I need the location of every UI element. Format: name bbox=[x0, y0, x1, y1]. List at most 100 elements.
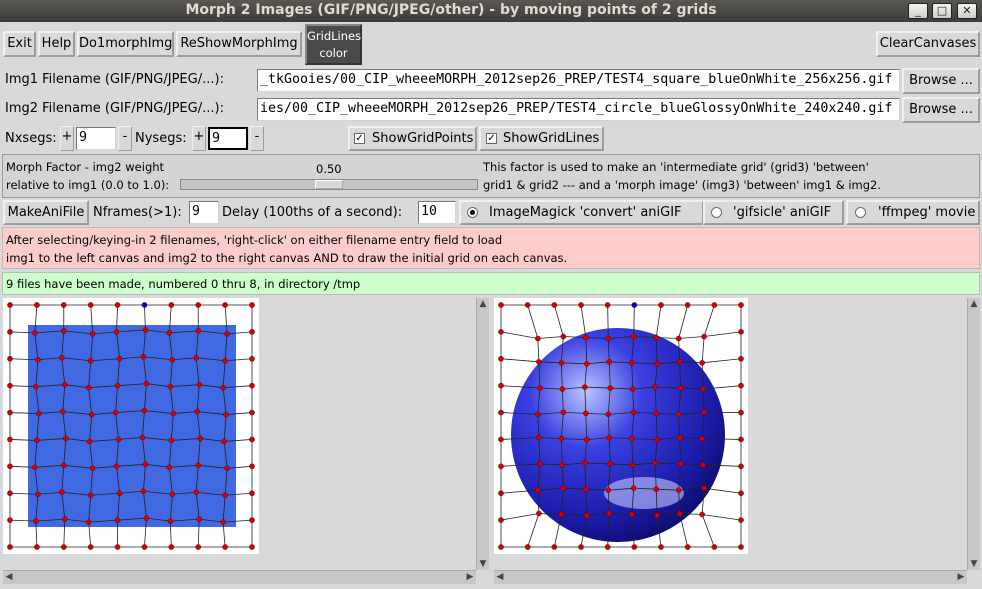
grid-point[interactable] bbox=[142, 327, 149, 333]
grid-point[interactable] bbox=[684, 302, 691, 308]
grid-point[interactable] bbox=[653, 486, 659, 492]
img2-canvas-image[interactable] bbox=[494, 298, 748, 554]
grid-point[interactable] bbox=[606, 359, 613, 365]
grid-point[interactable] bbox=[560, 485, 567, 491]
grid-point[interactable] bbox=[62, 435, 69, 442]
grid-point[interactable] bbox=[249, 329, 255, 335]
grid-point[interactable] bbox=[630, 485, 637, 491]
grid-point[interactable] bbox=[249, 517, 255, 523]
grid-point[interactable] bbox=[61, 516, 68, 522]
grid-point[interactable] bbox=[59, 408, 66, 415]
grid-point[interactable] bbox=[605, 335, 612, 342]
grid-point[interactable] bbox=[86, 438, 93, 445]
grid-point[interactable] bbox=[33, 383, 39, 390]
grid-point[interactable] bbox=[169, 356, 176, 363]
grid-point[interactable] bbox=[195, 544, 202, 550]
scroll-left-icon[interactable]: ◀ bbox=[3, 571, 15, 583]
grid-point[interactable] bbox=[605, 487, 612, 493]
show-grid-points-checkbox[interactable]: ✓ bbox=[354, 133, 365, 144]
grid-point[interactable] bbox=[551, 544, 558, 550]
grid-point[interactable] bbox=[498, 544, 504, 550]
grid-point[interactable] bbox=[677, 461, 684, 467]
grid-point[interactable] bbox=[87, 302, 94, 308]
grid-point[interactable] bbox=[699, 435, 705, 442]
grid-point[interactable] bbox=[738, 463, 744, 470]
grid-point[interactable] bbox=[582, 460, 588, 466]
grid-point[interactable] bbox=[498, 355, 504, 362]
grid-point[interactable] bbox=[223, 411, 229, 418]
grid-point[interactable] bbox=[196, 381, 203, 388]
make-ani-file-button[interactable]: MakeAniFile bbox=[3, 200, 89, 225]
nysegs-plus-button[interactable]: + bbox=[192, 126, 206, 151]
grid-point[interactable] bbox=[711, 302, 718, 308]
grid-point[interactable] bbox=[116, 355, 123, 362]
reshow-morph-button[interactable]: ReShowMorphImg bbox=[176, 31, 302, 57]
grid-point[interactable] bbox=[536, 434, 542, 441]
grid-point[interactable] bbox=[558, 511, 565, 518]
grid-point[interactable] bbox=[7, 329, 13, 335]
grid-point[interactable] bbox=[114, 302, 121, 308]
grid-point[interactable] bbox=[583, 486, 589, 492]
show-grid-lines-toggle[interactable]: ShowGridLines bbox=[479, 126, 604, 151]
grid-point[interactable] bbox=[677, 385, 684, 391]
grid-point[interactable] bbox=[249, 382, 255, 389]
scroll-right-icon[interactable]: ▶ bbox=[464, 571, 476, 583]
scroll-down-icon[interactable]: ▼ bbox=[477, 558, 489, 570]
grid-point[interactable] bbox=[675, 487, 682, 493]
grid-point[interactable] bbox=[559, 386, 566, 392]
grid-point[interactable] bbox=[629, 462, 636, 468]
grid-point[interactable] bbox=[628, 435, 635, 442]
grid-point[interactable] bbox=[524, 302, 531, 308]
grid-point[interactable] bbox=[551, 302, 558, 308]
grid-point[interactable] bbox=[33, 518, 39, 524]
grid-point[interactable] bbox=[87, 544, 94, 550]
grid-point[interactable] bbox=[653, 334, 659, 341]
grid-point[interactable] bbox=[536, 510, 542, 517]
right-vertical-scrollbar[interactable]: ▲ ▼ bbox=[967, 298, 980, 570]
left-canvas[interactable] bbox=[3, 298, 476, 570]
grid-point[interactable] bbox=[658, 302, 664, 308]
grid-point[interactable] bbox=[249, 409, 255, 416]
grid-point[interactable] bbox=[559, 462, 566, 468]
browse-img2-button[interactable]: Browse ... bbox=[902, 97, 980, 123]
grid-point[interactable] bbox=[85, 384, 92, 391]
grid-point[interactable] bbox=[498, 302, 504, 308]
left-vertical-scrollbar[interactable]: ▲ ▼ bbox=[476, 298, 489, 570]
grid-point[interactable] bbox=[604, 302, 611, 308]
grid-point[interactable] bbox=[584, 436, 590, 443]
grid-point[interactable] bbox=[7, 302, 13, 308]
gifsicle-radio[interactable] bbox=[711, 207, 722, 218]
grid-point[interactable] bbox=[85, 519, 92, 525]
show-grid-points-toggle[interactable]: ShowGridPoints bbox=[348, 126, 477, 151]
grid-point[interactable] bbox=[631, 302, 638, 308]
scroll-down-icon[interactable]: ▼ bbox=[968, 558, 980, 570]
minimize-button[interactable]: _ bbox=[908, 3, 928, 19]
grid-point[interactable] bbox=[32, 464, 38, 471]
grid-point[interactable] bbox=[60, 544, 67, 550]
grid-point[interactable] bbox=[195, 302, 202, 308]
grid-point[interactable] bbox=[699, 360, 705, 366]
scroll-up-icon[interactable]: ▲ bbox=[968, 298, 980, 310]
img2-filename-field[interactable]: ies/00_CIP_wheeeMORPH_2012sep26_PREP/TES… bbox=[257, 98, 900, 121]
grid-point[interactable] bbox=[34, 437, 40, 444]
grid-point[interactable] bbox=[60, 462, 67, 469]
grid-point[interactable] bbox=[582, 384, 588, 390]
grid-point[interactable] bbox=[166, 330, 173, 336]
grid-point[interactable] bbox=[142, 461, 149, 468]
grid-point[interactable] bbox=[114, 382, 121, 389]
grid-point[interactable] bbox=[89, 465, 96, 472]
grid-point[interactable] bbox=[139, 434, 146, 441]
grid-point[interactable] bbox=[88, 411, 95, 418]
grid-point[interactable] bbox=[629, 386, 636, 392]
grid-point[interactable] bbox=[584, 361, 590, 367]
do1morph-button[interactable]: Do1morphImg bbox=[77, 31, 174, 57]
exit-button[interactable]: Exit bbox=[3, 31, 36, 57]
grid-point[interactable] bbox=[87, 492, 94, 499]
right-horizontal-scrollbar[interactable]: ◀ ▶ bbox=[494, 570, 967, 584]
grid-point[interactable] bbox=[113, 463, 120, 470]
img1-filename-field[interactable]: _tkGooies/00_CIP_wheeeMORPH_2012sep26_PR… bbox=[257, 69, 900, 92]
grid-point[interactable] bbox=[652, 460, 658, 466]
grid-point[interactable] bbox=[630, 333, 637, 340]
grid-point[interactable] bbox=[169, 491, 176, 498]
grid-point[interactable] bbox=[115, 436, 122, 443]
